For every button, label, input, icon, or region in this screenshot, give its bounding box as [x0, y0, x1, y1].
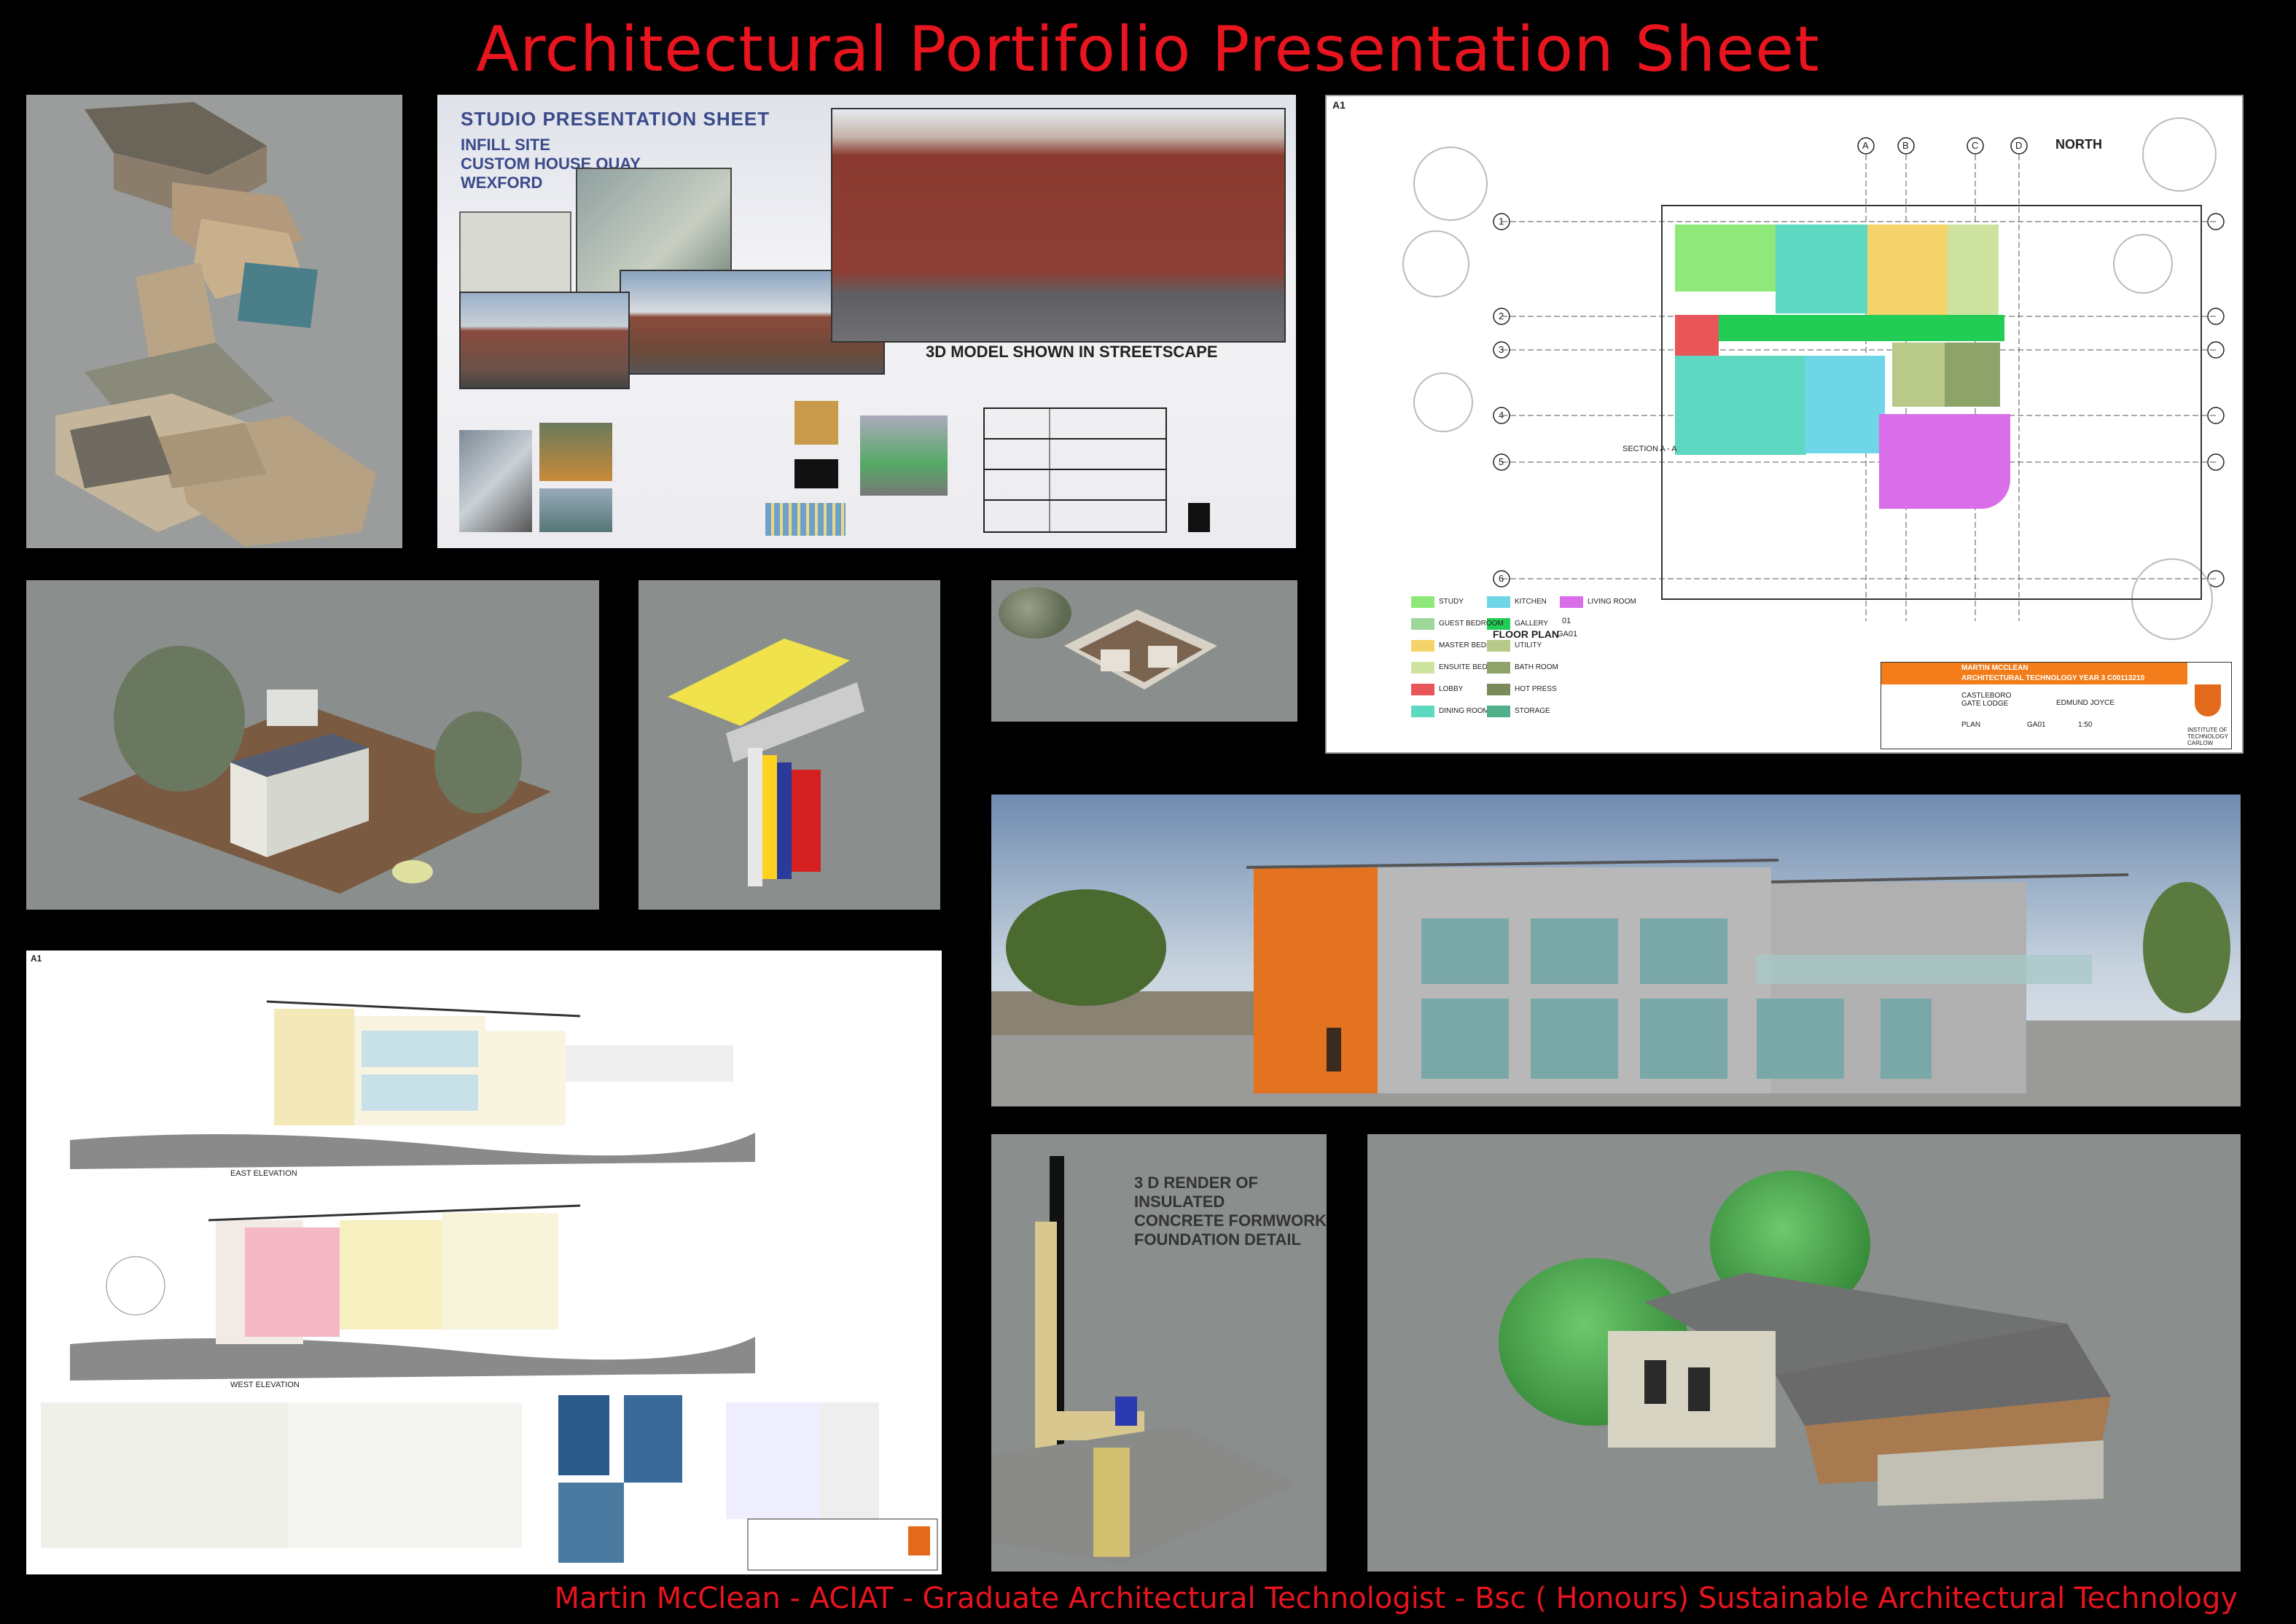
legend-study: STUDY — [1439, 598, 1464, 606]
legend-guest: GUEST BEDROOM — [1439, 620, 1504, 628]
legend-gallery: GALLERY — [1515, 620, 1548, 628]
legend-swatch-hotpress — [1487, 684, 1510, 695]
formwork-detail-render: 3 D RENDER OF INSULATED CONCRETE FORMWOR… — [991, 1134, 1327, 1572]
grid-label-4: 4 — [1499, 410, 1504, 421]
streetscape-render — [831, 108, 1286, 343]
floor-plan-sheet: A1 NORTH A B C D 1 2 3 4 5 6 SECTION A -… — [1325, 95, 2244, 754]
exploded-axonometric-render — [26, 95, 402, 548]
room-gallery — [1719, 315, 2004, 341]
title-block-drawing: PLAN — [1961, 721, 1981, 729]
streetscape-caption: 3D MODEL SHOWN IN STREETSCAPE — [926, 343, 1218, 361]
section-drawing — [983, 407, 1210, 533]
house-illustration — [77, 646, 551, 894]
room-dining — [1675, 356, 1806, 455]
elevation-sheet: A1 EAST ELEVATION WEST ELEVATION — [26, 950, 942, 1574]
legend-lobby: LOBBY — [1439, 685, 1464, 693]
plan-number: 01 — [1562, 617, 1571, 625]
title-block-number: GA01 — [2027, 721, 2046, 729]
legend-hotpress: HOT PRESS — [1515, 685, 1557, 693]
room-living — [1879, 414, 2010, 509]
legend-swatch-storage — [1487, 706, 1510, 717]
legend-kitchen: KITCHEN — [1515, 598, 1547, 606]
building-illustration — [991, 859, 2241, 1106]
grid-label-6: 6 — [1499, 573, 1504, 584]
room-lobby — [1675, 315, 1719, 357]
dark-sample — [794, 459, 838, 488]
site-map-image — [459, 211, 571, 302]
legend-utility: UTILITY — [1515, 641, 1542, 649]
legend-swatch-kitchen — [1487, 596, 1510, 608]
room-kitchen — [1805, 356, 1885, 453]
title-block-institute: INSTITUTE OF TECHNOLOGY CARLOW — [2187, 727, 2228, 746]
footer-credit: Martin McClean - ACIAT - Graduate Archit… — [554, 1582, 2238, 1615]
detail-photo-3 — [539, 488, 612, 532]
legend-swatch-bath — [1487, 662, 1510, 674]
legend-swatch-master — [1411, 640, 1434, 652]
room-ensuite — [1948, 225, 1999, 315]
plan-title: FLOOR PLAN — [1493, 628, 1559, 640]
studio-line-1: INFILL SITE — [461, 136, 551, 154]
plan-sheet: GA01 — [1557, 630, 1578, 639]
elevation-drawings — [41, 1000, 938, 1571]
legend-storage: STORAGE — [1515, 707, 1550, 715]
site-photo-2 — [459, 292, 630, 389]
grid-label-5: 5 — [1499, 456, 1504, 467]
legend-swatch-ensuite — [1411, 662, 1434, 674]
axonometric-illustration — [55, 102, 376, 547]
cladding-sample — [794, 401, 838, 445]
grid-label-b: B — [1902, 140, 1909, 151]
gate-lodge-render — [1367, 1134, 2241, 1572]
wall-detail-render — [639, 580, 940, 910]
legend-swatch-living — [1560, 596, 1583, 608]
section-label: SECTION A - A — [1623, 445, 1677, 453]
legend-swatch-guest — [1411, 618, 1434, 630]
room-master-bedroom — [1867, 225, 1948, 315]
grid-label-d: D — [2015, 140, 2023, 151]
title-block-project: CASTLEBORO GATE LODGE — [1961, 692, 2012, 708]
dollhouse-illustration — [1064, 609, 1217, 690]
grid-label-1: 1 — [1499, 216, 1504, 227]
legend-swatch-lobby — [1411, 684, 1434, 695]
building-photo — [860, 415, 948, 496]
wall-detail-illustration — [668, 639, 864, 886]
title-block-scale: 1:50 — [2078, 721, 2093, 729]
title-block-client: EDMUND JOYCE — [2056, 699, 2115, 707]
formwork-illustration — [991, 1156, 1297, 1564]
legend-living: LIVING ROOM — [1588, 598, 1636, 606]
room-guest-bedroom — [1776, 225, 1870, 313]
title-block-course: ARCHITECTURAL TECHNOLOGY YEAR 3 C0011321… — [1961, 674, 2145, 682]
grid-label-c: C — [1972, 140, 1979, 151]
grid-label-3: 3 — [1499, 344, 1504, 355]
panel-sample — [765, 503, 846, 536]
page-title: Architectural Portifolio Presentation Sh… — [476, 13, 1820, 86]
title-block: MARTIN MCCLEAN ARCHITECTURAL TECHNOLOGY … — [1881, 662, 2232, 749]
legend-swatch-utility — [1487, 640, 1510, 652]
dollhouse-render — [991, 580, 1297, 722]
grid-label-2: 2 — [1499, 311, 1504, 321]
east-elevation-label: EAST ELEVATION — [230, 1169, 297, 1178]
detail-photo-1 — [459, 430, 532, 532]
west-elevation-label: WEST ELEVATION — [230, 1381, 300, 1389]
grid-label-a: A — [1862, 140, 1869, 151]
legend-bath: BATH ROOM — [1515, 663, 1558, 671]
studio-heading: STUDIO PRESENTATION SHEET — [461, 108, 770, 130]
detail-photo-2 — [539, 423, 612, 481]
room-utility — [1945, 343, 2000, 407]
gate-lodge-illustration — [1608, 1273, 2111, 1506]
title-block-name: MARTIN MCCLEAN — [1961, 664, 2028, 672]
house-render — [26, 580, 599, 910]
legend-dining: DINING ROOM — [1439, 707, 1489, 715]
legend-swatch-dining — [1411, 706, 1434, 717]
legend-swatch-study — [1411, 596, 1434, 608]
studio-presentation-sheet: STUDIO PRESENTATION SHEET INFILL SITE CU… — [437, 95, 1296, 548]
crest-icon — [2195, 684, 2221, 717]
building-elevation-render — [991, 795, 2241, 1106]
room-bath — [1892, 343, 1945, 407]
